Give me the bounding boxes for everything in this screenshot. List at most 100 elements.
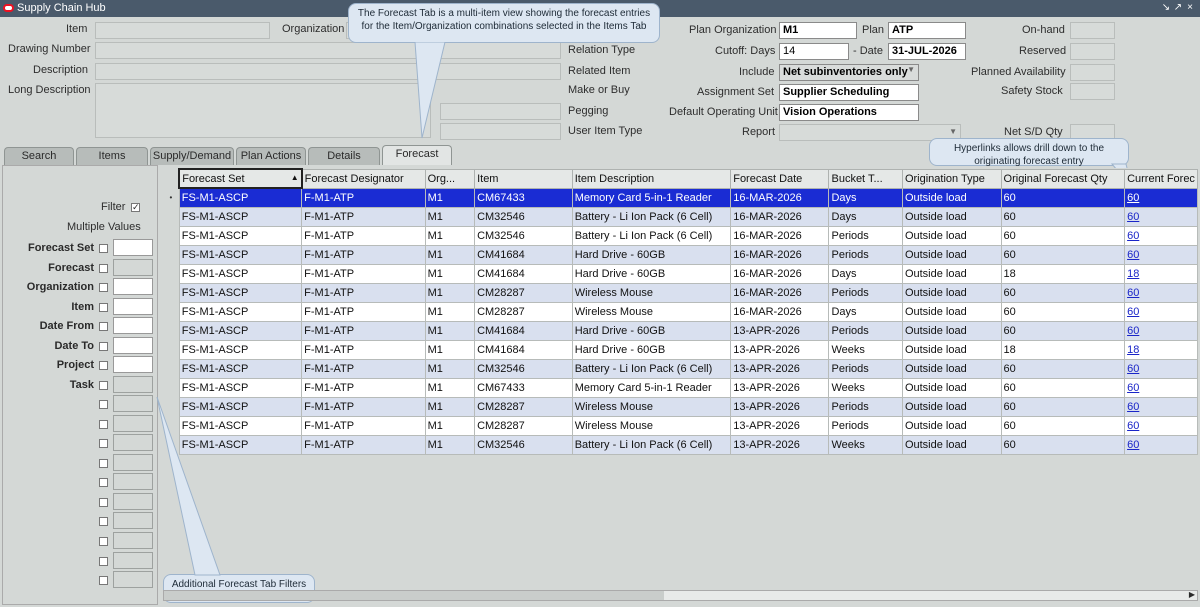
tab-items[interactable]: Items [76,147,148,165]
row-indicator[interactable] [163,340,180,360]
table-row[interactable]: FS-M1-ASCP F-M1-ATP M1 CM32546 Battery - Li … [163,207,1198,227]
table-cell[interactable]: 60 [1124,435,1198,455]
long-description-field[interactable] [95,83,431,138]
description-field[interactable] [95,63,561,80]
filter-date-from-checkbox[interactable] [99,322,108,331]
horizontal-scrollbar[interactable]: ▶ [163,590,1198,601]
scroll-right-icon[interactable]: ▶ [1189,590,1195,599]
assignment-set-field[interactable]: Supplier Scheduling [779,84,919,101]
current-forecast-link[interactable]: 60 [1127,192,1139,204]
column-header[interactable]: Origination Type [901,168,1002,189]
table-row[interactable]: FS-M1-ASCP F-M1-ATP M1 CM41684 Hard Drive - … [163,264,1198,284]
current-forecast-link[interactable]: 60 [1127,211,1139,223]
row-indicator[interactable] [163,302,180,322]
close-icon[interactable]: × [1184,2,1196,13]
column-header[interactable]: Current Forec [1124,168,1198,189]
current-forecast-link[interactable]: 60 [1127,287,1139,299]
item-field[interactable] [95,22,270,39]
tab-forecast[interactable]: Forecast [382,145,452,165]
table-row[interactable]: FS-M1-ASCP F-M1-ATP M1 CM28287 Wireless Mous… [163,416,1198,436]
filter-extra-field[interactable] [113,434,153,451]
current-forecast-link[interactable]: 60 [1127,363,1139,375]
plan-field[interactable]: ATP [888,22,966,39]
scrollbar-thumb[interactable] [164,591,664,600]
table-cell[interactable]: 60 [1124,359,1198,379]
filter-extra-field[interactable] [113,415,153,432]
table-cell[interactable]: 60 [1124,416,1198,436]
tab-supply-demand[interactable]: Supply/Demand [150,147,234,165]
filter-extra-field[interactable] [113,552,153,569]
filter-extra-checkbox[interactable] [99,576,108,585]
row-indicator[interactable] [163,226,180,246]
row-indicator[interactable] [163,245,180,265]
table-row[interactable]: FS-M1-ASCP F-M1-ATP M1 CM41684 Hard Drive - … [163,321,1198,341]
filter-item-field[interactable] [113,298,153,315]
column-header[interactable]: Forecast Set ▲ [178,168,303,189]
table-cell[interactable]: 60 [1124,321,1198,341]
table-cell[interactable]: 60 [1124,302,1198,322]
column-header[interactable]: Item Description [571,168,732,189]
table-row[interactable]: FS-M1-ASCP F-M1-ATP M1 CM41684 Hard Drive - … [163,245,1198,265]
table-cell[interactable]: 60 [1124,378,1198,398]
field-b[interactable] [440,123,561,140]
table-cell[interactable]: 18 [1124,264,1198,284]
row-indicator[interactable] [163,207,180,227]
current-forecast-link[interactable]: 18 [1127,344,1139,356]
row-indicator[interactable] [163,359,180,379]
filter-date-from-field[interactable] [113,317,153,334]
filter-checkbox[interactable]: ✓ [131,203,140,212]
filter-project-field[interactable] [113,356,153,373]
table-cell[interactable]: 60 [1124,245,1198,265]
column-header[interactable]: Bucket T... [828,168,903,189]
filter-extra-field[interactable] [113,532,153,549]
filter-organization-checkbox[interactable] [99,283,108,292]
table-row[interactable]: FS-M1-ASCP F-M1-ATP M1 CM41684 Hard Drive - … [163,340,1198,360]
filter-extra-checkbox[interactable] [99,537,108,546]
current-forecast-link[interactable]: 18 [1127,268,1139,280]
current-forecast-link[interactable]: 60 [1127,420,1139,432]
column-header[interactable]: Item [474,168,573,189]
filter-extra-checkbox[interactable] [99,498,108,507]
filter-extra-field[interactable] [113,512,153,529]
filter-extra-checkbox[interactable] [99,478,108,487]
table-row[interactable]: FS-M1-ASCP F-M1-ATP M1 CM28287 Wireless Mous… [163,397,1198,417]
table-row[interactable]: FS-M1-ASCP F-M1-ATP M1 CM28287 Wireless Mous… [163,283,1198,303]
filter-extra-checkbox[interactable] [99,439,108,448]
maximize-icon[interactable]: ↗ [1172,2,1184,13]
filter-date-to-field[interactable] [113,337,153,354]
table-cell[interactable]: 60 [1124,187,1198,208]
table-row[interactable]: FS-M1-ASCP F-M1-ATP M1 CM28287 Wireless Mous… [163,302,1198,322]
field-a[interactable] [440,103,561,120]
current-forecast-link[interactable]: 60 [1127,249,1139,261]
current-forecast-link[interactable]: 60 [1127,230,1139,242]
row-indicator[interactable] [163,283,180,303]
current-forecast-link[interactable]: 60 [1127,325,1139,337]
table-row[interactable]: • FS-M1-ASCP F-M1-ATP M1 CM67433 Memory Card … [163,187,1198,208]
filter-extra-field[interactable] [113,454,153,471]
filter-forecast-field[interactable] [113,259,153,276]
table-row[interactable]: FS-M1-ASCP F-M1-ATP M1 CM32546 Battery - Li … [163,435,1198,455]
row-indicator[interactable] [163,264,180,284]
include-select[interactable]: Net subinventories only ▼ [779,64,919,81]
filter-forecast-set-field[interactable] [113,239,153,256]
filter-extra-checkbox[interactable] [99,517,108,526]
filter-task-field[interactable] [113,376,153,393]
filter-organization-field[interactable] [113,278,153,295]
table-cell[interactable]: 18 [1124,340,1198,360]
filter-date-to-checkbox[interactable] [99,342,108,351]
filter-extra-checkbox[interactable] [99,557,108,566]
filter-forecast-set-checkbox[interactable] [99,244,108,253]
filter-extra-checkbox[interactable] [99,400,108,409]
filter-extra-checkbox[interactable] [99,459,108,468]
table-cell[interactable]: 60 [1124,226,1198,246]
tab-plan-actions[interactable]: Plan Actions [236,147,306,165]
current-forecast-link[interactable]: 60 [1127,382,1139,394]
column-header[interactable]: Forecast Designator [301,168,426,189]
cutoff-days-field[interactable]: 14 [779,43,849,60]
filter-item-checkbox[interactable] [99,303,108,312]
filter-task-checkbox[interactable] [99,381,108,390]
table-cell[interactable]: 60 [1124,283,1198,303]
table-row[interactable]: FS-M1-ASCP F-M1-ATP M1 CM32546 Battery - Li … [163,226,1198,246]
tab-details[interactable]: Details [308,147,380,165]
row-indicator[interactable] [163,321,180,341]
